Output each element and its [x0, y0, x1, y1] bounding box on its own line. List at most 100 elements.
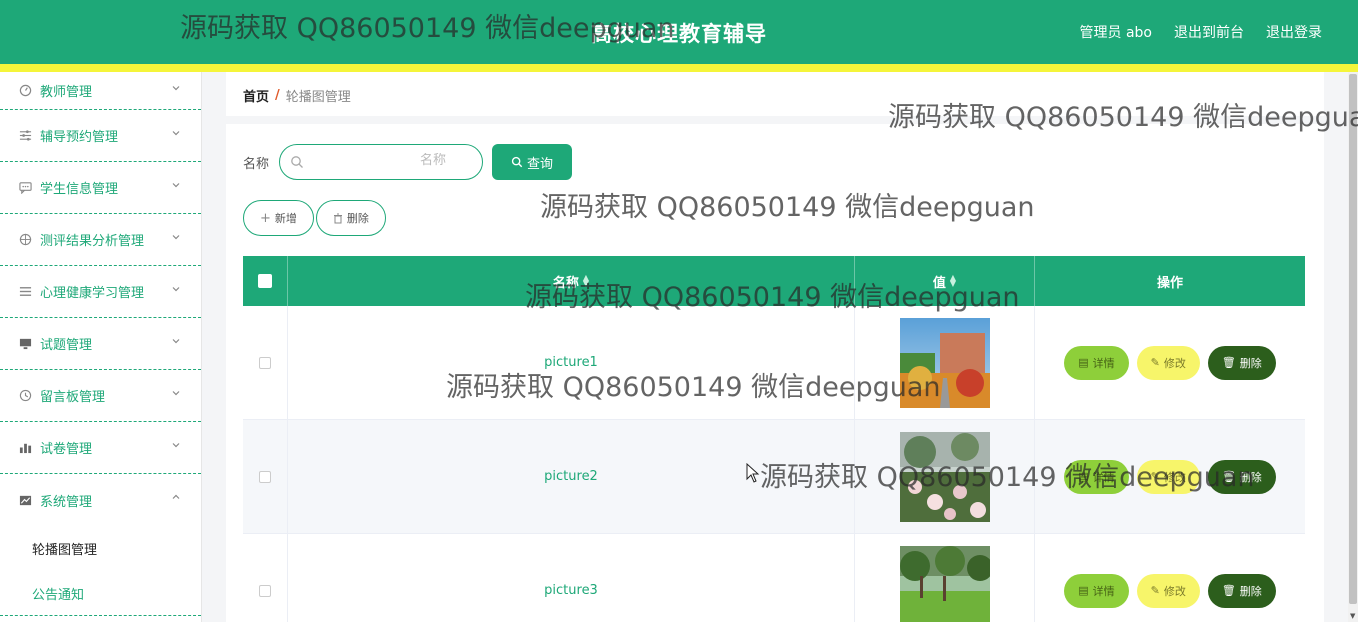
table-header: 名称 ▲ ▼ 值 ▲ ▼ 操作	[243, 256, 1305, 306]
delete-button[interactable]: 🗑 删除	[1207, 573, 1276, 608]
column-header-name[interactable]: 名称 ▲ ▼	[288, 256, 855, 306]
lawn-trees-thumbnail[interactable]	[899, 545, 990, 622]
action-buttons: + 新增 删除	[243, 200, 386, 236]
header-links: 管理员 abo 退出到前台 退出登录	[1080, 22, 1322, 42]
checkbox-cell	[243, 306, 288, 419]
page-scrollbar[interactable]: ▼	[1348, 72, 1358, 622]
column-header-label: 值	[932, 275, 946, 291]
query-button[interactable]: 查询	[492, 144, 573, 180]
delete-button-label: 删除	[1239, 470, 1262, 484]
sort-icon: ▲ ▼	[582, 273, 590, 288]
compass-icon	[18, 233, 32, 247]
column-header-value[interactable]: 值 ▲ ▼	[855, 256, 1035, 306]
operation-cell: ▤ 详情 ✎ 修改 🗑 删除	[1035, 534, 1305, 622]
document-icon: ▤	[1078, 470, 1089, 483]
flower-garden-thumbnail[interactable]	[899, 431, 990, 522]
header-checkbox-cell	[243, 256, 288, 306]
detail-button[interactable]: ▤ 详情	[1064, 459, 1129, 494]
add-button-label: 新增	[274, 212, 297, 225]
edit-button[interactable]: ✎ 修改	[1136, 345, 1200, 380]
detail-button[interactable]: ▤ 详情	[1064, 573, 1129, 608]
sidebar-item-label: 教师管理	[40, 85, 93, 100]
detail-button-label: 详情	[1092, 470, 1115, 484]
sidebar-item-label: 测评结果分析管理	[40, 234, 145, 249]
trash-icon: 🗑	[1221, 470, 1236, 483]
mouse-cursor-icon	[746, 463, 760, 483]
chevron-down-icon	[171, 180, 181, 193]
detail-button[interactable]: ▤ 详情	[1064, 345, 1129, 380]
edit-button-label: 修改	[1163, 470, 1186, 484]
delete-button[interactable]: 🗑 删除	[1207, 345, 1276, 380]
row-checkbox[interactable]	[259, 584, 271, 597]
list-icon	[18, 285, 32, 299]
row-checkbox[interactable]	[259, 356, 271, 369]
chevron-down-icon	[171, 128, 181, 141]
delete-button-label: 删除	[1239, 356, 1262, 370]
value-cell	[855, 420, 1035, 533]
table-row: picture2 ▤ 详情 ✎ 修改 🗑 删除	[243, 420, 1305, 534]
batch-delete-button[interactable]: 删除	[315, 200, 386, 236]
sidebar-item-system[interactable]: 系统管理	[0, 474, 201, 526]
pencil-icon: ✎	[1150, 356, 1160, 369]
sidebar-item-label: 辅导预约管理	[40, 130, 119, 145]
column-header-label: 操作	[1156, 275, 1183, 291]
plus-icon: +	[260, 210, 271, 226]
chevron-down-icon	[171, 232, 181, 245]
scrollbar-thumb[interactable]	[1349, 74, 1357, 604]
breadcrumb: 首页 / 轮播图管理	[243, 86, 351, 105]
name-cell: picture2	[288, 420, 855, 533]
operation-cell: ▤ 详情 ✎ 修改 🗑 删除	[1035, 306, 1305, 419]
delete-button-label: 删除	[346, 212, 369, 225]
row-name: picture3	[544, 583, 598, 598]
sidebar-item-label: 试卷管理	[40, 442, 93, 457]
value-cell	[855, 306, 1035, 419]
sidebar-item-counseling-booking[interactable]: 辅导预约管理	[0, 110, 201, 162]
header-accent-bar	[0, 64, 1358, 72]
delete-button[interactable]: 🗑 删除	[1207, 459, 1276, 494]
sidebar-item-questions[interactable]: 试题管理	[0, 318, 201, 370]
sidebar-item-student-info[interactable]: 学生信息管理	[0, 162, 201, 214]
search-input[interactable]	[420, 153, 476, 168]
exit-to-front-link[interactable]: 退出到前台	[1174, 22, 1244, 42]
select-all-checkbox[interactable]	[258, 274, 272, 288]
edit-button-label: 修改	[1163, 584, 1186, 598]
query-button-label: 查询	[527, 156, 554, 172]
edit-button[interactable]: ✎ 修改	[1136, 573, 1200, 608]
search-box[interactable]	[279, 144, 484, 180]
add-button[interactable]: + 新增	[243, 200, 314, 236]
admin-user-link[interactable]: 管理员 abo	[1080, 22, 1152, 42]
sidebar-item-assessment-analysis[interactable]: 测评结果分析管理	[0, 214, 201, 266]
top-header: 高校心理教育辅导 管理员 abo 退出到前台 退出登录	[0, 0, 1358, 64]
document-icon: ▤	[1078, 584, 1089, 597]
sidebar-item-teachers[interactable]: 教师管理	[0, 72, 201, 110]
search-form: 名称 查询	[243, 144, 573, 180]
column-header-label: 名称	[552, 275, 579, 291]
trash-icon: 🗑	[1221, 584, 1236, 597]
name-cell: picture3	[288, 534, 855, 622]
chevron-down-icon	[171, 83, 181, 96]
delete-button-label: 删除	[1239, 584, 1262, 598]
sidebar-item-exam-papers[interactable]: 试卷管理	[0, 422, 201, 474]
edit-button[interactable]: ✎ 修改	[1136, 459, 1200, 494]
chevron-down-icon	[171, 440, 181, 453]
name-cell: picture1	[288, 306, 855, 419]
sidebar-item-message-board[interactable]: 留言板管理	[0, 370, 201, 422]
main-content: 首页 / 轮播图管理 名称 查询 + 新增 删除	[226, 72, 1324, 622]
breadcrumb-home[interactable]: 首页	[243, 86, 269, 105]
campus-garden-thumbnail[interactable]	[899, 317, 990, 408]
breadcrumb-separator: /	[275, 88, 280, 103]
column-header-operation: 操作	[1035, 256, 1305, 306]
sidebar-subitem-carousel[interactable]: 轮播图管理	[0, 526, 201, 571]
search-label: 名称	[243, 156, 270, 172]
sidebar-item-mental-health-learning[interactable]: 心理健康学习管理	[0, 266, 201, 318]
edit-button-label: 修改	[1163, 356, 1186, 370]
pencil-icon: ✎	[1150, 470, 1160, 483]
gauge-icon	[18, 84, 32, 98]
scroll-down-arrow-icon[interactable]: ▼	[1350, 612, 1355, 620]
row-checkbox[interactable]	[259, 470, 271, 483]
logout-link[interactable]: 退出登录	[1266, 22, 1322, 42]
line-chart-icon	[18, 493, 32, 507]
checkbox-cell	[243, 420, 288, 533]
sidebar-subitem-announcements[interactable]: 公告通知	[0, 571, 201, 616]
row-name: picture2	[544, 469, 598, 484]
